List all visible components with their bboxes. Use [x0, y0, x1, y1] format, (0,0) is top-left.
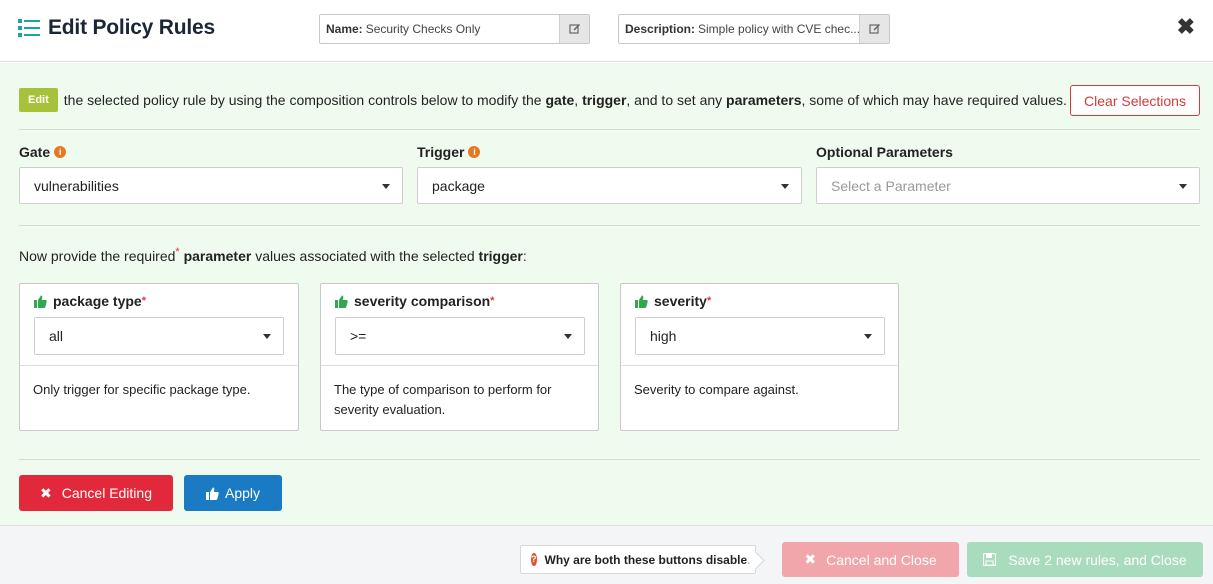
package-type-select[interactable]: all: [34, 317, 284, 355]
caret-down-icon: [864, 334, 872, 339]
optional-parameters-label: Optional Parameters: [816, 144, 953, 160]
name-value: Security Checks Only: [365, 22, 481, 36]
edit-icon: [568, 23, 580, 34]
policy-name-field[interactable]: Name: Security Checks Only: [319, 14, 590, 44]
page-title: Edit Policy Rules: [48, 16, 215, 39]
caret-down-icon: [781, 184, 789, 189]
title-wrap: Edit Policy Rules: [18, 16, 215, 40]
clear-selections-button[interactable]: Clear Selections: [1070, 85, 1200, 116]
list-icon: [18, 19, 40, 37]
edit-badge: Edit: [19, 88, 58, 112]
edit-panel: Edit the selected policy rule by using t…: [0, 63, 1213, 525]
thumbs-up-icon: [34, 295, 47, 308]
why-disabled-tooltip[interactable]: ? Why are both these buttons disabled?: [520, 545, 762, 574]
thumbs-up-icon: [205, 487, 219, 500]
gate-select[interactable]: vulnerabilities: [19, 167, 403, 204]
modal-footer: ? Why are both these buttons disabled? ✖…: [0, 525, 1213, 584]
severity-comparison-select[interactable]: >=: [335, 317, 585, 355]
save-icon: [983, 553, 997, 566]
param-description: Only trigger for specific package type.: [33, 382, 251, 397]
modal-header: Edit Policy Rules Name: Security Checks …: [0, 0, 1213, 62]
description-value: Simple policy with CVE chec...: [698, 22, 859, 36]
caret-down-icon: [1179, 184, 1187, 189]
x-icon: ✖: [804, 551, 817, 567]
description-label: Description:: [625, 22, 696, 36]
param-description: Severity to compare against.: [634, 382, 799, 397]
question-icon: ?: [531, 553, 537, 566]
edit-name-button[interactable]: [559, 15, 589, 43]
divider: [19, 459, 1200, 460]
thumbs-up-icon: [335, 295, 348, 308]
close-icon[interactable]: ✖: [1177, 16, 1195, 38]
x-icon: ✖: [39, 484, 52, 501]
name-label: Name:: [326, 22, 363, 36]
intro-text: Edit the selected policy rule by using t…: [19, 88, 1083, 112]
required-params-text: Now provide the required* parameter valu…: [19, 246, 527, 264]
caret-down-icon: [382, 184, 390, 189]
gate-info-icon[interactable]: i: [54, 146, 67, 158]
param-card-severity-comparison: severity comparison * >= The type of comp…: [320, 283, 599, 431]
save-and-close-button[interactable]: Save 2 new rules, and Close: [967, 542, 1203, 577]
cancel-editing-button[interactable]: ✖ Cancel Editing: [19, 475, 173, 511]
policy-description-field[interactable]: Description: Simple policy with CVE chec…: [618, 14, 890, 44]
gate-label: Gate i: [19, 144, 67, 160]
optional-parameters-select[interactable]: Select a Parameter: [816, 167, 1200, 204]
severity-select[interactable]: high: [635, 317, 885, 355]
apply-button[interactable]: Apply: [184, 475, 282, 511]
caret-down-icon: [564, 334, 572, 339]
edit-icon: [868, 23, 880, 34]
thumbs-up-icon: [635, 295, 648, 308]
divider: [19, 129, 1200, 130]
edit-description-button[interactable]: [859, 15, 889, 43]
trigger-label: Trigger i: [417, 144, 481, 160]
cancel-and-close-button[interactable]: ✖ Cancel and Close: [782, 542, 959, 577]
divider: [19, 225, 1200, 226]
trigger-select[interactable]: package: [417, 167, 802, 204]
param-card-package-type: package type * all Only trigger for speci…: [19, 283, 299, 431]
trigger-info-icon[interactable]: i: [468, 146, 481, 158]
param-card-severity: severity * high Severity to compare again…: [620, 283, 899, 431]
caret-down-icon: [263, 334, 271, 339]
param-description: The type of comparison to perform for se…: [334, 382, 552, 417]
